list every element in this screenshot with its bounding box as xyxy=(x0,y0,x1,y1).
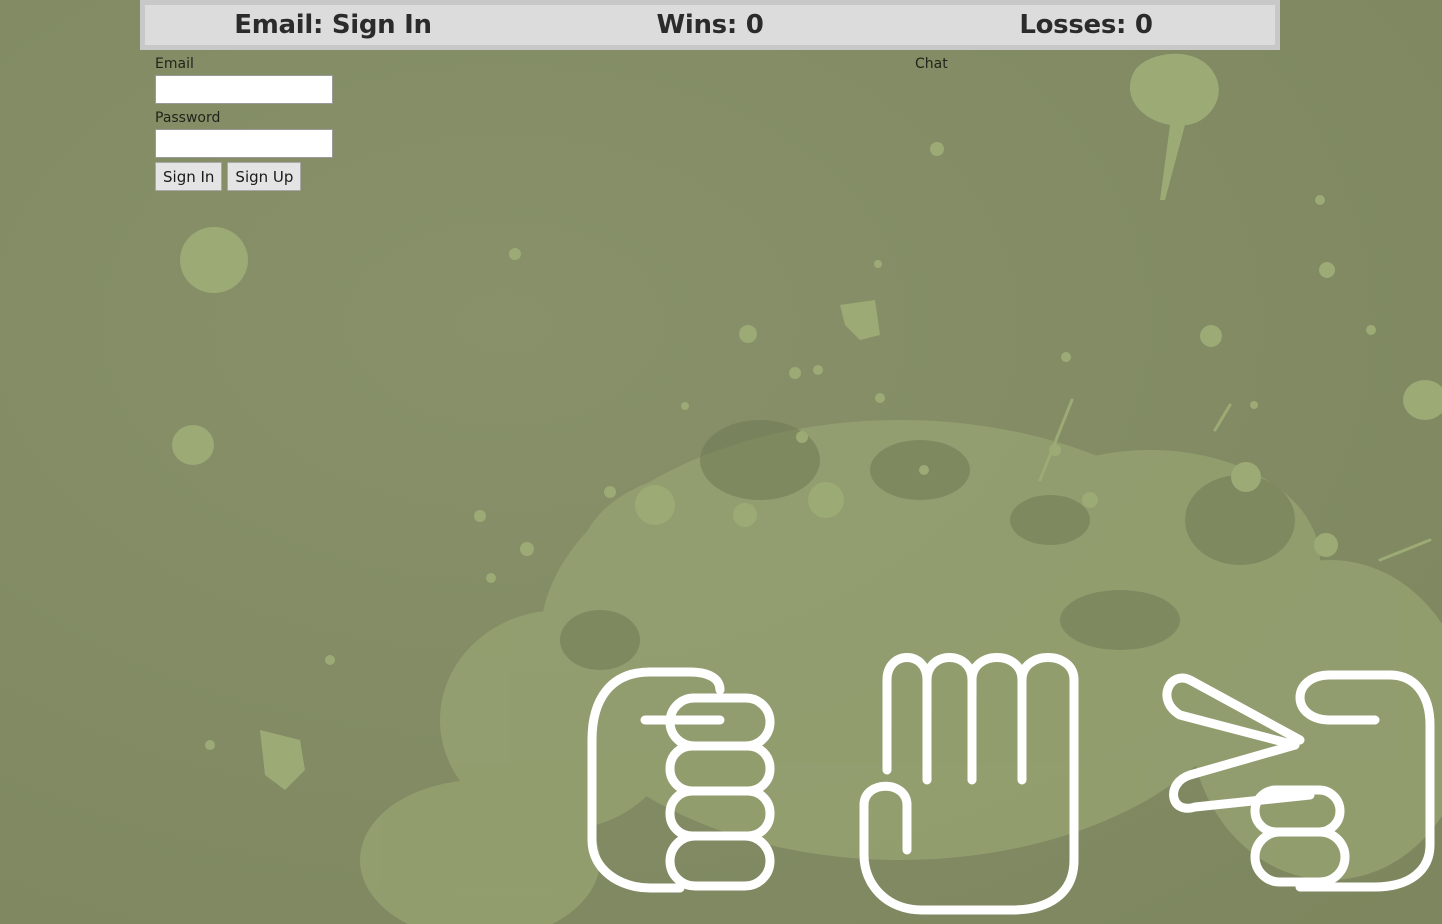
sign-in-button[interactable]: Sign In xyxy=(155,162,223,191)
scoreboard: Email: Sign In Wins: 0 Losses: 0 xyxy=(140,0,1280,50)
wins-count: Wins: 0 xyxy=(656,10,764,40)
password-label: Password xyxy=(155,110,221,126)
email-label: Email xyxy=(155,56,194,72)
sign-up-button[interactable]: Sign Up xyxy=(227,162,302,191)
rock-icon[interactable] xyxy=(580,660,780,900)
password-field[interactable] xyxy=(155,129,333,158)
paper-icon[interactable] xyxy=(852,640,1087,920)
login-form: Email Password Sign In Sign Up xyxy=(155,54,355,191)
auth-buttons: Sign In Sign Up xyxy=(155,162,355,191)
scissors-icon[interactable] xyxy=(1160,665,1442,895)
losses-count: Losses: 0 xyxy=(1019,10,1153,40)
chat-label: Chat xyxy=(915,56,948,72)
email-status: Email: Sign In xyxy=(234,10,432,40)
email-field[interactable] xyxy=(155,75,333,104)
